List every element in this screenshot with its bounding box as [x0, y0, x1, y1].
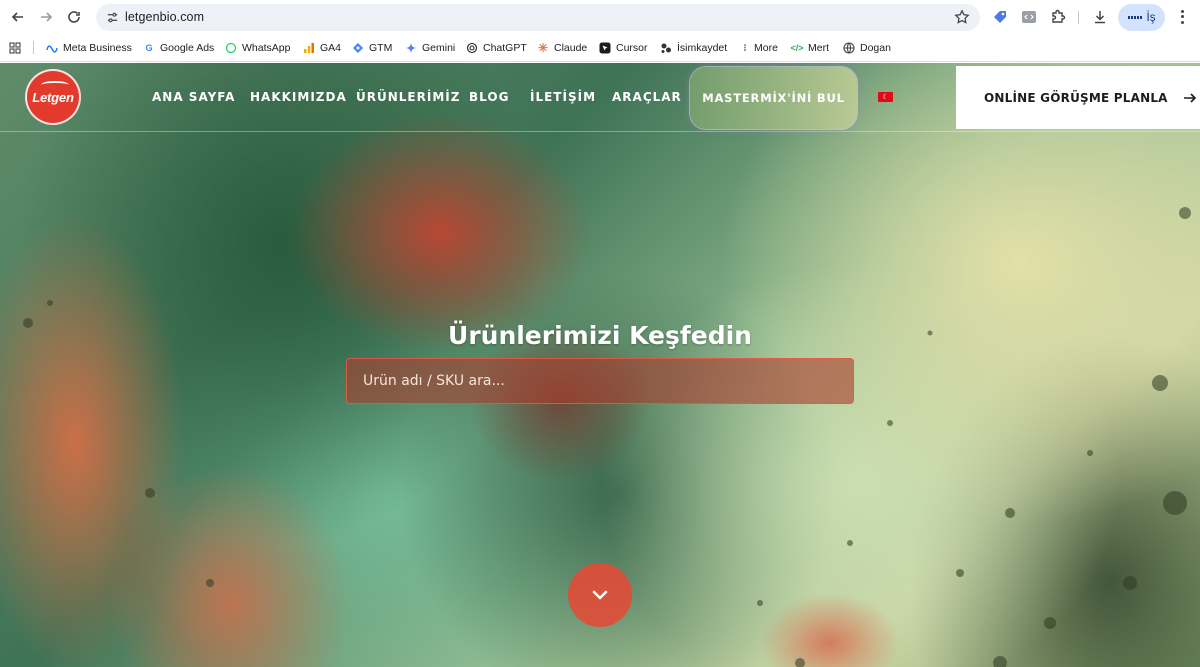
- bookmark-meta-business[interactable]: Meta Business: [46, 40, 132, 56]
- nav-iletisim[interactable]: İLETİŞİM: [530, 90, 596, 104]
- profile-avatar-icon: [1127, 16, 1142, 19]
- bookmark-label: Gemini: [422, 42, 456, 54]
- bookmark-label: Dogan: [860, 42, 891, 54]
- bookmark-star-icon[interactable]: [954, 9, 970, 25]
- site-info-icon[interactable]: [105, 10, 120, 25]
- browser-menu-icon[interactable]: [1174, 9, 1190, 25]
- apps-grid-icon[interactable]: [9, 40, 21, 56]
- bookmark-label: WhatsApp: [242, 42, 291, 54]
- bookmark-label: ChatGPT: [483, 42, 527, 54]
- mastermix-label: MASTERMİX'İNİ BUL: [702, 91, 845, 105]
- bookmark-dogan[interactable]: Dogan: [843, 40, 891, 56]
- bookmark-label: Meta Business: [63, 42, 132, 54]
- bookmark-whatsapp[interactable]: WhatsApp: [225, 40, 290, 56]
- whatsapp-icon: [225, 42, 237, 54]
- bookmark-label: Cursor: [616, 42, 648, 54]
- cursor-icon: [599, 42, 611, 54]
- letgen-logo[interactable]: Letgen: [25, 69, 81, 125]
- bookmark-claude[interactable]: ✳ Claude: [537, 40, 587, 56]
- product-search: [346, 358, 854, 404]
- hero-section: Letgen ANA SAYFA HAKKIMIZDA ÜRÜNLERİMİZ …: [0, 63, 1200, 667]
- bookmark-label: İsimkaydet: [677, 42, 728, 54]
- site-header: Letgen ANA SAYFA HAKKIMIZDA ÜRÜNLERİMİZ …: [0, 63, 1200, 132]
- bookmark-label: GTM: [369, 42, 393, 54]
- bookmark-gemini[interactable]: Gemini: [405, 40, 455, 56]
- extension-tag-icon[interactable]: [992, 9, 1008, 25]
- url-text: letgenbio.com: [125, 10, 205, 24]
- bookmark-chatgpt[interactable]: ChatGPT: [466, 40, 527, 56]
- globe-icon: [843, 42, 855, 54]
- bookmark-label: Claude: [554, 42, 588, 54]
- bookmark-more[interactable]: ⁝ More: [741, 40, 778, 56]
- isimkaydet-icon: [660, 42, 672, 54]
- google-icon: G: [145, 43, 153, 53]
- ga4-icon: [303, 42, 315, 54]
- chevron-down-icon: [592, 590, 608, 600]
- mastermix-finder-button[interactable]: MASTERMİX'İNİ BUL: [690, 67, 857, 129]
- bookmarks-bar: Meta Business G Google Ads WhatsApp GA4 …: [0, 34, 1200, 62]
- claude-icon: ✳: [537, 41, 549, 55]
- extensions-puzzle-icon[interactable]: [1050, 9, 1066, 25]
- bookmark-ga4[interactable]: GA4: [303, 40, 341, 56]
- reload-icon[interactable]: [64, 7, 84, 27]
- code-icon: </>: [790, 43, 804, 53]
- meta-icon: [46, 42, 58, 54]
- bookmark-google-ads[interactable]: G Google Ads: [143, 40, 214, 56]
- bookmark-gtm[interactable]: GTM: [352, 40, 392, 56]
- bookmark-label: GA4: [320, 42, 342, 54]
- browser-toolbar: letgenbio.com İş: [0, 0, 1200, 34]
- meeting-label: ONLİNE GÖRÜŞME PLANLA: [984, 90, 1168, 105]
- chatgpt-icon: [466, 42, 478, 54]
- forward-icon[interactable]: [36, 7, 56, 27]
- bookmark-mert[interactable]: </> Mert: [790, 40, 830, 56]
- arrow-right-icon: [1183, 92, 1196, 103]
- extension-code-icon[interactable]: [1021, 9, 1037, 25]
- nav-urunlerimiz[interactable]: ÜRÜNLERİMİZ: [356, 90, 460, 104]
- bookmark-isimkaydet[interactable]: İsimkaydet: [660, 40, 727, 56]
- profile-label: İş: [1146, 11, 1156, 24]
- address-bar[interactable]: letgenbio.com: [96, 4, 980, 31]
- download-icon[interactable]: [1092, 9, 1108, 25]
- profile-button[interactable]: İş: [1118, 4, 1165, 31]
- tr-flag-icon[interactable]: ☾: [878, 92, 893, 102]
- logo-text: Letgen: [32, 89, 74, 105]
- back-icon[interactable]: [8, 7, 28, 27]
- hero-title: Ürünlerimizi Keşfedin: [448, 321, 752, 350]
- nav-blog[interactable]: BLOG: [469, 90, 509, 104]
- scroll-down-button[interactable]: [568, 563, 632, 627]
- gtm-icon: [352, 42, 364, 54]
- bookmark-label: Google Ads: [160, 42, 215, 54]
- product-search-input[interactable]: [347, 359, 853, 403]
- bookmark-label: More: [754, 42, 778, 54]
- bookmark-cursor[interactable]: Cursor: [599, 40, 648, 56]
- online-meeting-button[interactable]: ONLİNE GÖRÜŞME PLANLA: [956, 66, 1200, 129]
- bookmark-label: Mert: [808, 42, 829, 54]
- nav-hakkimizda[interactable]: HAKKIMIZDA: [250, 90, 347, 104]
- nav-ana-sayfa[interactable]: ANA SAYFA: [152, 90, 235, 104]
- nav-araclar[interactable]: ARAÇLAR: [612, 90, 682, 104]
- gemini-icon: [405, 42, 417, 54]
- more-icon: ⁝: [743, 42, 747, 54]
